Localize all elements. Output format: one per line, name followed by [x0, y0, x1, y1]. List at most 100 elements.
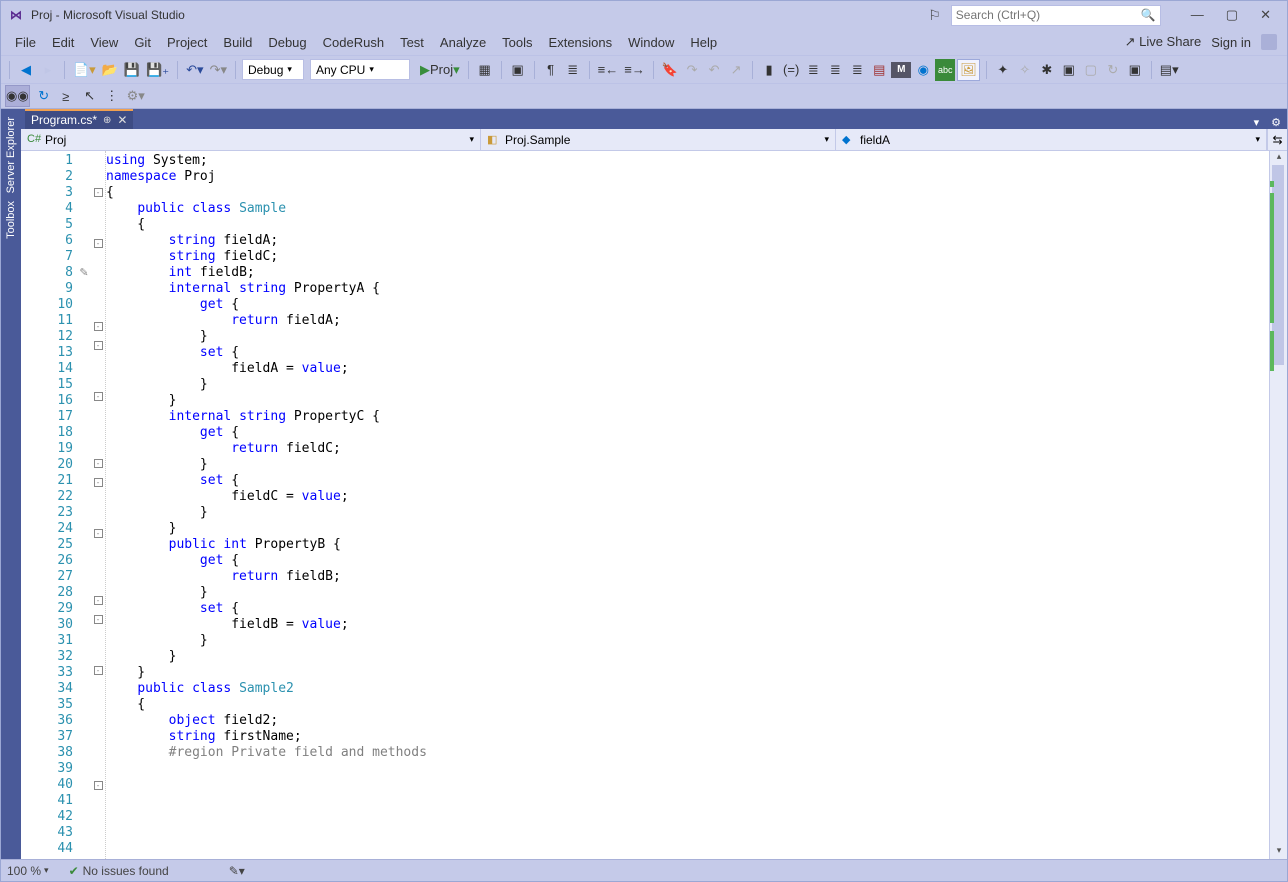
fold-toggle[interactable]: -: [94, 188, 103, 197]
nav-class-dropdown[interactable]: ◧Proj.Sample▾: [481, 129, 836, 150]
menu-edit[interactable]: Edit: [44, 32, 82, 53]
bookmark-icon[interactable]: 🔖: [660, 59, 680, 81]
zoom-control[interactable]: 100 %▾: [7, 864, 49, 878]
align-icon[interactable]: ≣: [563, 59, 583, 81]
user-icon[interactable]: [1261, 34, 1277, 50]
pin-icon[interactable]: ⊕: [103, 115, 111, 126]
file-tab-program[interactable]: Program.cs* ⊕ ✕: [25, 109, 133, 129]
fold-toggle[interactable]: -: [94, 392, 103, 401]
tb2-icon-more[interactable]: ⋮: [102, 85, 122, 107]
save-all-button[interactable]: 💾₊: [144, 59, 171, 81]
tb-icon-11[interactable]: ▤: [869, 59, 889, 81]
fold-toggle[interactable]: -: [94, 529, 103, 538]
search-icon[interactable]: 🔍: [1141, 8, 1156, 22]
tb-icon-10[interactable]: ≣: [847, 59, 867, 81]
fold-toggle[interactable]: -: [94, 615, 103, 624]
tb-icon-3[interactable]: ↷: [682, 59, 702, 81]
menu-project[interactable]: Project: [159, 32, 215, 53]
nav-member-dropdown[interactable]: ◆fieldA▾: [836, 129, 1267, 150]
tb-icon-9[interactable]: ≣: [825, 59, 845, 81]
tb-icon-refresh[interactable]: ↻: [1103, 59, 1123, 81]
config-dropdown[interactable]: Debug▾: [242, 59, 304, 80]
new-project-button[interactable]: 📄▾: [71, 59, 98, 81]
fold-toggle[interactable]: -: [94, 666, 103, 675]
fold-toggle[interactable]: -: [94, 781, 103, 790]
tb2-icon-cursor[interactable]: ↖: [80, 85, 100, 107]
tb-icon-m[interactable]: M: [891, 62, 911, 78]
save-button[interactable]: 💾: [122, 59, 142, 81]
tb-icon-box2[interactable]: ▢: [1081, 59, 1101, 81]
tb-icon-box1[interactable]: ▣: [1059, 59, 1079, 81]
tb-icon-star[interactable]: ✱: [1037, 59, 1057, 81]
fold-toggle[interactable]: -: [94, 478, 103, 487]
tb-icon-last[interactable]: ▤▾: [1158, 59, 1181, 81]
tb-icon-2[interactable]: ▣: [508, 59, 528, 81]
quick-search[interactable]: 🔍: [951, 5, 1161, 26]
code-editor[interactable]: 1234567891011121314151617181920212223242…: [21, 151, 1287, 859]
fold-toggle[interactable]: -: [94, 341, 103, 350]
redo-button[interactable]: ↷▾: [208, 59, 229, 81]
tb2-icon-step[interactable]: ≥: [56, 85, 76, 107]
uncomment-icon[interactable]: ≡→: [622, 59, 647, 81]
menu-window[interactable]: Window: [620, 32, 682, 53]
tb-icon-abc[interactable]: abc: [935, 59, 955, 81]
platform-dropdown[interactable]: Any CPU▾: [310, 59, 410, 80]
menu-coderush[interactable]: CodeRush: [315, 32, 392, 53]
nav-back-button[interactable]: ◀: [16, 59, 36, 81]
split-editor-icon[interactable]: ⇆: [1267, 129, 1287, 150]
menu-git[interactable]: Git: [126, 32, 159, 53]
nav-forward-button[interactable]: ▸: [38, 59, 58, 81]
code-content[interactable]: using System;namespace Proj{ public clas…: [105, 151, 1269, 859]
fold-toggle[interactable]: -: [94, 596, 103, 605]
tab-overflow-icon[interactable]: ▾: [1248, 116, 1266, 129]
undo-button[interactable]: ↶▾: [184, 59, 205, 81]
tb-icon-box3[interactable]: ▣: [1125, 59, 1145, 81]
tb-icon-7[interactable]: (=): [781, 59, 801, 81]
tb2-icon-refresh[interactable]: ↻: [34, 85, 54, 107]
sidetab-toolbox[interactable]: Toolbox: [3, 197, 19, 243]
tb2-icon-glasses[interactable]: ◉◉: [5, 85, 30, 107]
scroll-down-icon[interactable]: ▾: [1270, 845, 1287, 859]
tb-icon-pin[interactable]: ◉: [913, 59, 933, 81]
tb-icon-6[interactable]: ▮: [759, 59, 779, 81]
menu-help[interactable]: Help: [682, 32, 725, 53]
tb-icon-4[interactable]: ↶: [704, 59, 724, 81]
close-tab-icon[interactable]: ✕: [117, 113, 127, 127]
search-input[interactable]: [956, 8, 1141, 22]
issues-indicator[interactable]: ✔No issues found: [69, 864, 169, 878]
tb-icon-image[interactable]: 🖼: [957, 59, 980, 81]
tb-icon-1[interactable]: ▦: [475, 59, 495, 81]
fold-toggle[interactable]: -: [94, 322, 103, 331]
tb2-icon-settings[interactable]: ⚙▾: [126, 85, 146, 107]
menu-tools[interactable]: Tools: [494, 32, 540, 53]
nav-project-dropdown[interactable]: C#Proj▾: [21, 129, 481, 150]
close-button[interactable]: ✕: [1260, 7, 1271, 23]
live-share-button[interactable]: ↗ Live Share: [1125, 34, 1202, 50]
tb-icon-8[interactable]: ≣: [803, 59, 823, 81]
maximize-button[interactable]: ▢: [1226, 7, 1238, 23]
fold-toggle[interactable]: -: [94, 459, 103, 468]
menu-extensions[interactable]: Extensions: [541, 32, 621, 53]
menu-build[interactable]: Build: [215, 32, 260, 53]
feedback-icon[interactable]: ⚐: [928, 7, 941, 24]
start-button[interactable]: ▶ Proj ▾: [418, 59, 462, 81]
menu-file[interactable]: File: [7, 32, 44, 53]
indent-icon[interactable]: ¶: [541, 59, 561, 81]
scrollbar[interactable]: ▴ ▾: [1269, 151, 1287, 859]
menu-test[interactable]: Test: [392, 32, 432, 53]
minimize-button[interactable]: —: [1191, 7, 1204, 23]
tb-icon-5[interactable]: ↗: [726, 59, 746, 81]
open-file-button[interactable]: 📂: [100, 59, 120, 81]
menu-view[interactable]: View: [82, 32, 126, 53]
status-icon[interactable]: ✎▾: [229, 864, 245, 878]
fold-toggle[interactable]: -: [94, 239, 103, 248]
scroll-up-icon[interactable]: ▴: [1270, 151, 1287, 165]
comment-icon[interactable]: ≡←: [596, 59, 621, 81]
tab-settings-icon[interactable]: ⚙: [1265, 116, 1287, 129]
tb-icon-wand[interactable]: ✦: [993, 59, 1013, 81]
menu-debug[interactable]: Debug: [260, 32, 314, 53]
sign-in-button[interactable]: Sign in: [1211, 35, 1251, 50]
menu-analyze[interactable]: Analyze: [432, 32, 494, 53]
tb-icon-spark[interactable]: ✧: [1015, 59, 1035, 81]
sidetab-server-explorer[interactable]: Server Explorer: [3, 113, 19, 197]
